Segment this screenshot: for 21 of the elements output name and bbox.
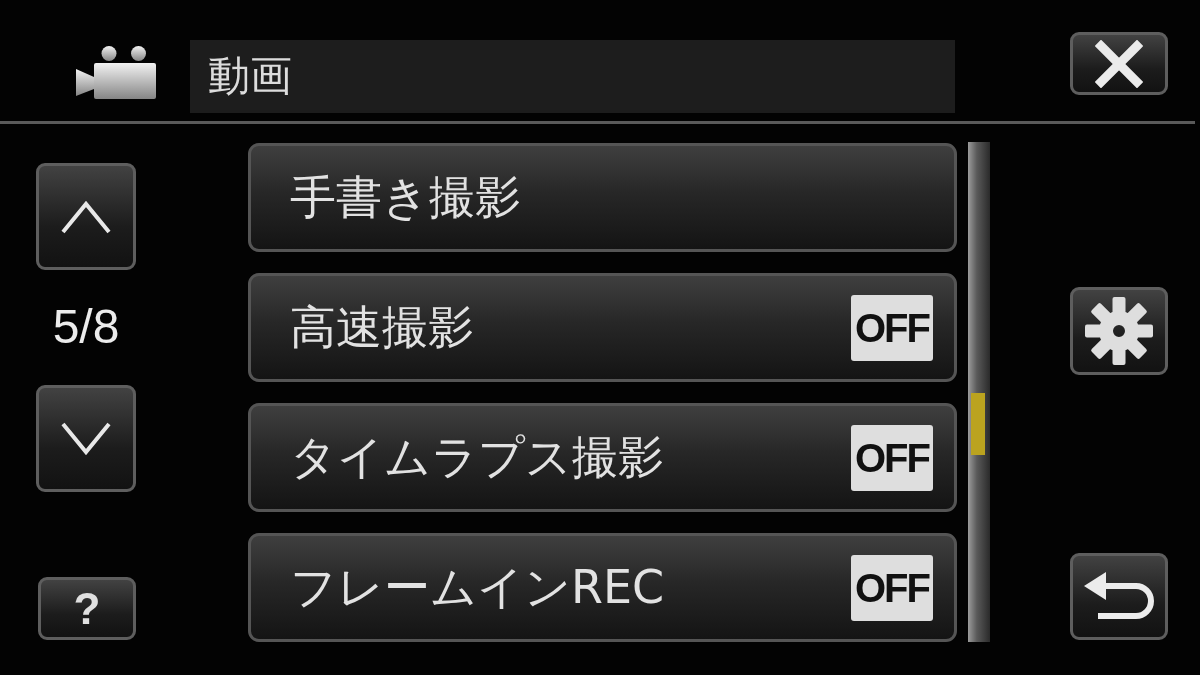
scroll-up-button[interactable] xyxy=(36,163,136,270)
settings-button[interactable] xyxy=(1070,287,1168,375)
setting-value-badge: OFF xyxy=(851,294,933,361)
menu-item[interactable]: タイムラプス撮影 OFF xyxy=(248,403,957,512)
setting-value-badge: OFF xyxy=(851,424,933,491)
movie-camera-icon xyxy=(75,45,157,100)
close-button[interactable] xyxy=(1070,32,1168,95)
page-counter: 5/8 xyxy=(52,301,120,354)
screen-title: 動画 xyxy=(208,53,292,100)
menu-item[interactable]: 高速撮影 OFF xyxy=(248,273,957,382)
chevron-up-icon xyxy=(60,198,112,235)
back-button[interactable] xyxy=(1070,553,1168,640)
settings-icon xyxy=(1084,296,1154,366)
menu-item[interactable]: 手書き撮影 xyxy=(248,143,957,252)
close-icon xyxy=(1095,39,1143,88)
menu-item[interactable]: フレームインREC OFF xyxy=(248,533,957,642)
chevron-down-icon xyxy=(60,420,112,457)
help-button[interactable]: ? xyxy=(38,577,136,640)
scroll-down-button[interactable] xyxy=(36,385,136,492)
setting-value-badge: OFF xyxy=(851,554,933,621)
return-arrow-icon xyxy=(1084,571,1154,622)
